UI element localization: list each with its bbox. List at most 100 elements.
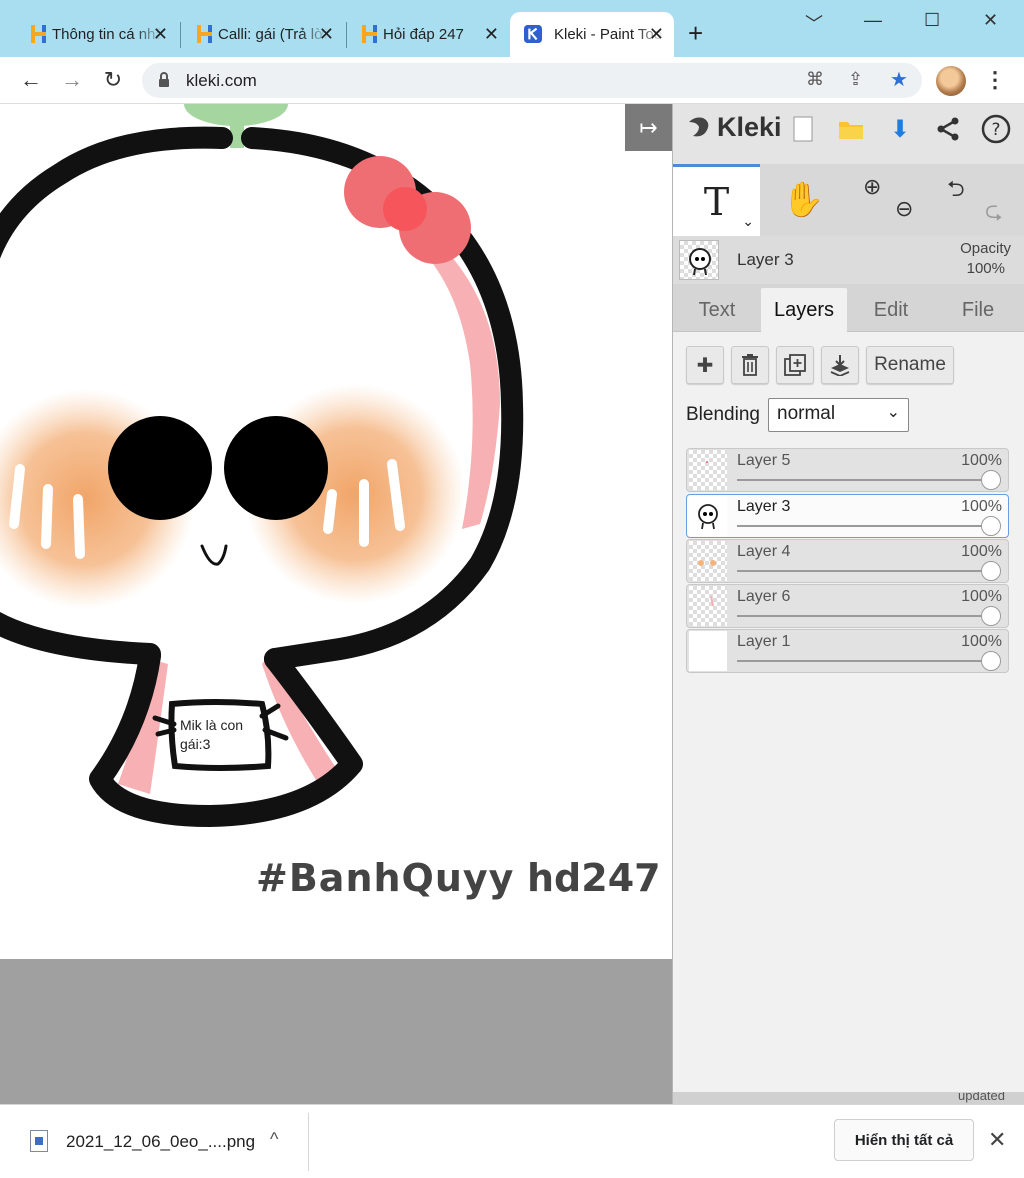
layer-opacity-slider[interactable] <box>737 525 999 527</box>
layer-thumbnail <box>689 541 727 581</box>
new-image-icon[interactable] <box>788 114 818 144</box>
layer-opacity-slider[interactable] <box>737 570 999 572</box>
layer-opacity-handle[interactable] <box>981 606 1001 626</box>
tab-hoi-dap[interactable]: Hỏi đáp 247 ✕ <box>353 12 509 57</box>
download-file-name[interactable]: 2021_12_06_0eo_....png <box>66 1132 255 1152</box>
chevron-down-icon: ⌄ <box>886 404 900 421</box>
blending-select[interactable]: normal ⌄ <box>768 398 909 432</box>
bookmark-star-icon[interactable]: ★ <box>890 67 908 92</box>
add-layer-icon[interactable]: ✚ <box>686 346 724 384</box>
collapse-panel-icon[interactable]: ↦ <box>625 104 672 151</box>
forward-icon[interactable]: → <box>57 65 87 95</box>
merge-down-icon[interactable] <box>821 346 859 384</box>
zoom-in-icon[interactable]: ⊕ <box>863 174 881 200</box>
browser-menu-icon[interactable]: ⋮ <box>984 67 1006 93</box>
zoom-out-icon[interactable]: ⊖ <box>895 196 913 222</box>
hand-tool-icon[interactable]: ✋ <box>760 164 847 236</box>
layer-opacity-slider[interactable] <box>737 615 999 617</box>
canvas-area[interactable]: Mik là con gái:3 #BanhQuyy hd247 ↦ <box>0 104 672 1104</box>
close-download-bar-icon[interactable]: ✕ <box>988 1127 1006 1153</box>
tab-edit[interactable]: Edit <box>857 288 925 332</box>
layer-opacity-slider[interactable] <box>737 479 999 481</box>
kleki-icon <box>524 25 542 43</box>
layer-opacity: 100% <box>961 588 1002 605</box>
download-icon[interactable]: ⬇ <box>885 114 915 144</box>
image-file-icon <box>30 1130 48 1152</box>
tab-text[interactable]: Text <box>683 288 751 332</box>
lock-icon <box>159 72 169 87</box>
tab-layers[interactable]: Layers <box>761 288 847 332</box>
tab-search-icon[interactable]: ﹀ <box>805 10 823 36</box>
layer-opacity-slider[interactable] <box>737 660 999 662</box>
duplicate-layer-icon[interactable] <box>776 346 814 384</box>
rename-layer-button[interactable]: Rename <box>866 346 954 384</box>
tab-kleki[interactable]: Kleki - Paint Tool ✕ <box>510 12 674 57</box>
back-icon[interactable]: ← <box>16 65 46 95</box>
tab-close-icon[interactable]: ✕ <box>319 24 334 45</box>
share-icon[interactable]: ⇪ <box>848 69 863 90</box>
current-layer-name: Layer 3 <box>737 250 794 269</box>
hoidap-h-icon <box>31 25 46 43</box>
new-tab-button[interactable]: + <box>688 18 703 49</box>
show-all-downloads-button[interactable]: Hiển thị tất cả <box>834 1119 974 1161</box>
address-bar[interactable]: kleki.com ⌘ ⇪ ★ <box>142 63 922 98</box>
open-folder-icon[interactable] <box>836 114 866 144</box>
drawing-canvas[interactable]: Mik là con gái:3 #BanhQuyy hd247 <box>0 104 672 959</box>
layer-opacity-handle[interactable] <box>981 561 1001 581</box>
layer-row[interactable]: Layer 4 100% <box>686 539 1009 583</box>
tab-calli[interactable]: Calli: gái (Trả lời) ✕ <box>188 12 344 57</box>
tab-close-icon[interactable]: ✕ <box>484 24 499 45</box>
delete-layer-icon[interactable] <box>731 346 769 384</box>
tab-thong-tin[interactable]: Thông tin cá nhân ✕ <box>22 12 178 57</box>
layer-row[interactable]: Layer 6 100% <box>686 584 1009 628</box>
layer-name: Layer 6 <box>737 588 791 605</box>
canvas-text-box[interactable]: Mik là con gái:3 <box>180 716 270 754</box>
layers-panel: ✚ Rename Blending normal ⌄ Layer 5 100% … <box>673 332 1024 1092</box>
window-close-icon[interactable]: ✕ <box>983 10 998 31</box>
opacity-value[interactable]: 100% <box>967 260 1005 277</box>
layer-name: Layer 1 <box>737 633 791 650</box>
reload-icon[interactable]: ↻ <box>98 65 128 95</box>
chevron-up-icon[interactable]: ^ <box>270 1129 278 1150</box>
layer-thumbnail <box>689 496 727 536</box>
share-icon[interactable] <box>933 114 963 144</box>
tab-file[interactable]: File <box>943 288 1013 332</box>
help-icon[interactable]: ? <box>981 114 1011 144</box>
chevron-down-icon[interactable]: ⌄ <box>742 214 754 230</box>
layer-name: Layer 3 <box>737 498 791 515</box>
tab-title: Hỏi đáp 247 <box>383 26 464 43</box>
panel-tabs: Text Layers Edit File <box>673 284 1024 332</box>
kleki-side-panel: Kleki ⬇ ? T ⌄ ✋ ⊕ ⊖ ⮌ ⮎ Layer 3 Opacity … <box>672 104 1024 1104</box>
layer-thumbnail <box>689 631 727 671</box>
layer-opacity-handle[interactable] <box>981 470 1001 490</box>
panel-header: Kleki ⬇ ? <box>673 104 1024 164</box>
blending-label: Blending <box>686 404 760 425</box>
kleki-logo[interactable]: Kleki <box>685 112 782 143</box>
layer-opacity: 100% <box>961 633 1002 650</box>
panel-footer: updated <box>673 1092 1024 1104</box>
footer-status-text: updated <box>958 1092 1005 1103</box>
maximize-icon[interactable]: ☐ <box>924 10 940 31</box>
layer-row[interactable]: Layer 1 100% <box>686 629 1009 673</box>
layer-opacity-handle[interactable] <box>981 516 1001 536</box>
layer-row[interactable]: Layer 5 100% <box>686 448 1009 492</box>
text-tool-icon[interactable]: T ⌄ <box>673 164 760 236</box>
current-layer-thumbnail <box>679 240 719 280</box>
translate-icon[interactable]: ⌘ <box>806 69 824 90</box>
minimize-icon[interactable]: — <box>864 10 882 31</box>
hoidap-h-icon <box>362 25 377 43</box>
redo-icon[interactable]: ⮎ <box>985 194 1003 232</box>
kleki-logo-icon <box>689 117 709 136</box>
tab-close-icon[interactable]: ✕ <box>153 24 168 45</box>
tab-separator <box>346 22 347 48</box>
layer-opacity-handle[interactable] <box>981 651 1001 671</box>
zoom-controls: ⊕ ⊖ <box>849 164 929 236</box>
tab-separator <box>180 22 181 48</box>
tab-close-icon[interactable]: ✕ <box>649 24 664 45</box>
layer-row[interactable]: Layer 3 100% <box>686 494 1009 538</box>
layer-thumbnail <box>689 586 727 626</box>
brand-name: Kleki <box>717 112 782 142</box>
avatar[interactable] <box>936 66 966 96</box>
layer-name: Layer 5 <box>737 452 791 469</box>
undo-icon[interactable]: ⮌ <box>947 172 965 210</box>
